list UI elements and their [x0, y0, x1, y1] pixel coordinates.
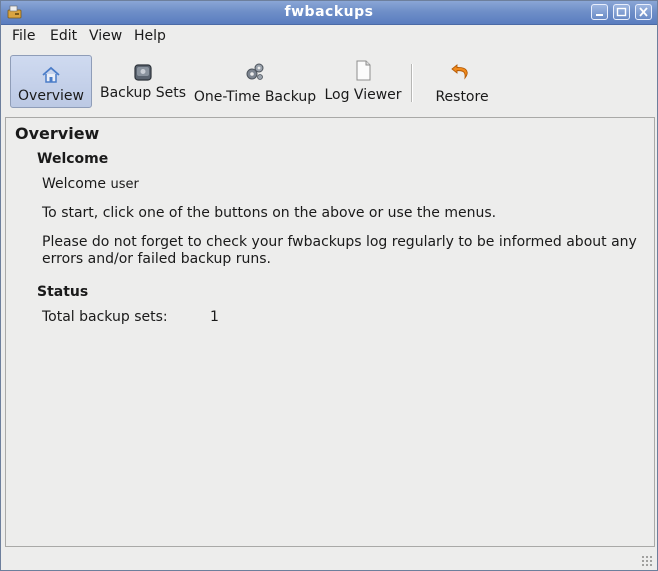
titlebar[interactable]: fwbackups	[1, 1, 657, 25]
welcome-prefix: Welcome	[42, 176, 107, 192]
menu-help[interactable]: Help	[134, 28, 166, 44]
app-window: fwbackups File Edit View Help Overview B…	[0, 0, 658, 571]
start-instructions: To start, click one of the buttons on th…	[42, 205, 497, 221]
menu-edit[interactable]: Edit	[50, 28, 77, 44]
status-heading: Status	[37, 284, 89, 300]
overview-panel: Overview Welcome Welcome user To start, …	[5, 117, 655, 547]
close-button[interactable]	[635, 4, 652, 20]
menu-file[interactable]: File	[12, 28, 35, 44]
toolbar-separator	[411, 64, 412, 102]
toolbar-backup-sets-label: Backup Sets	[99, 85, 187, 101]
welcome-text: Welcome user	[42, 176, 139, 192]
close-icon	[639, 7, 648, 17]
toolbar-log-viewer-button[interactable]: Log Viewer	[322, 55, 404, 108]
toolbar-restore-button[interactable]: Restore	[421, 55, 503, 108]
page-title: Overview	[15, 124, 100, 143]
undo-arrow-icon	[451, 64, 468, 80]
log-reminder-line1: Please do not forget to check your fwbac…	[42, 234, 637, 250]
toolbar-log-viewer-label: Log Viewer	[324, 87, 402, 103]
minimize-icon	[596, 14, 603, 16]
menu-view[interactable]: View	[89, 28, 122, 44]
toolbar: Overview Backup Sets One-Time Backup Log…	[1, 49, 657, 113]
minimize-button[interactable]	[591, 4, 608, 20]
toolbar-restore-label: Restore	[435, 89, 489, 105]
home-icon	[42, 66, 60, 83]
total-sets-value: 1	[210, 309, 219, 325]
toolbar-one-time-backup-button[interactable]: One-Time Backup	[193, 55, 317, 108]
toolbar-overview-label: Overview	[18, 88, 84, 104]
welcome-heading: Welcome	[37, 151, 109, 167]
window-title: fwbackups	[284, 4, 374, 20]
toolbar-backup-sets-button[interactable]: Backup Sets	[98, 55, 188, 108]
document-icon	[356, 60, 371, 81]
toolbar-one-time-backup-label: One-Time Backup	[193, 89, 317, 105]
username: user	[110, 177, 139, 192]
toolbar-overview-button[interactable]: Overview	[10, 55, 92, 108]
gears-icon	[246, 63, 264, 80]
resize-grip-icon[interactable]	[641, 555, 653, 567]
total-sets-label: Total backup sets:	[42, 309, 168, 325]
menubar: File Edit View Help	[1, 25, 657, 48]
maximize-icon	[616, 7, 627, 17]
hard-drive-icon	[134, 64, 152, 81]
maximize-button[interactable]	[613, 4, 630, 20]
statusbar	[1, 548, 657, 570]
log-reminder-line2: errors and/or failed backup runs.	[42, 251, 271, 267]
